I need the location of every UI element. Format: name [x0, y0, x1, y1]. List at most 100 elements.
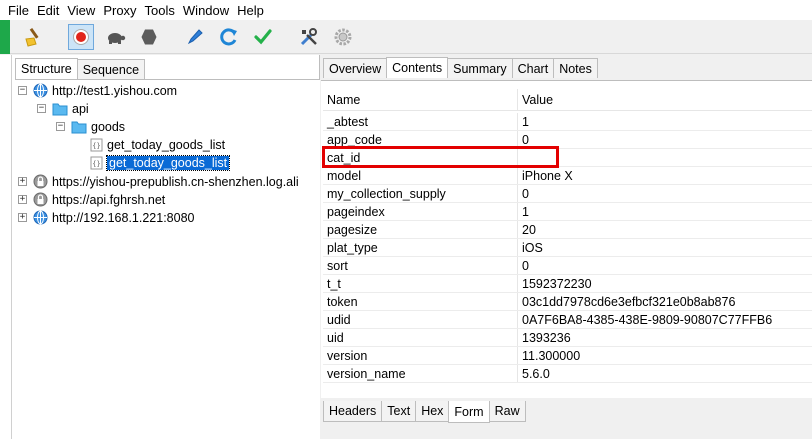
tab-summary[interactable]: Summary: [447, 58, 513, 78]
tree-item-label: get_today_goods_list: [105, 154, 231, 171]
column-header-name[interactable]: Name: [323, 89, 518, 110]
tab-notes[interactable]: Notes: [553, 58, 598, 78]
validate-button[interactable]: [250, 24, 276, 50]
table-row[interactable]: plat_type iOS: [323, 239, 812, 257]
table-row[interactable]: token 03c1dd7978cd6e3efbcf321e0b8ab876: [323, 293, 812, 311]
tab-form[interactable]: Form: [448, 401, 490, 423]
broom-icon: [25, 27, 39, 47]
tree-host[interactable]: http://192.168.1.221:8080: [33, 209, 195, 226]
record-button[interactable]: [68, 24, 94, 50]
record-icon: [73, 29, 89, 45]
param-name: token: [323, 293, 518, 310]
table-row[interactable]: t_t 1592372230: [323, 275, 812, 293]
menu-proxy[interactable]: Proxy: [99, 3, 140, 18]
tab-contents[interactable]: Contents: [386, 57, 449, 78]
table-row[interactable]: version_name 5.6.0: [323, 365, 812, 383]
param-name: udid: [323, 311, 518, 328]
tree-host-label: https://api.fghrsh.net: [52, 192, 166, 207]
tools-button[interactable]: [296, 24, 322, 50]
param-value: 11.300000: [522, 348, 581, 363]
param-value: iOS: [522, 240, 543, 255]
param-value: 1: [522, 204, 529, 219]
param-value: 1: [522, 114, 529, 129]
gear-icon: [334, 28, 352, 46]
param-value: 03c1dd7978cd6e3efbcf321e0b8ab876: [522, 294, 736, 309]
tree-item-label: get_today_goods_list: [107, 137, 226, 152]
breakpoints-button[interactable]: [136, 24, 162, 50]
expand-toggle[interactable]: +: [18, 177, 27, 186]
tree-host[interactable]: http://test1.yishou.com: [33, 82, 177, 99]
param-value: 0: [522, 258, 529, 273]
settings-button[interactable]: [330, 24, 356, 50]
table-header: Name Value: [323, 89, 812, 111]
table-row[interactable]: model iPhone X: [323, 167, 812, 185]
menu-help[interactable]: Help: [233, 3, 268, 18]
column-header-value[interactable]: Value: [518, 89, 553, 110]
param-name: pageindex: [323, 203, 518, 220]
menu-window[interactable]: Window: [179, 3, 233, 18]
menu-file[interactable]: File: [4, 3, 33, 18]
lock-globe-icon: [33, 192, 48, 207]
menu-edit[interactable]: Edit: [33, 3, 63, 18]
highlight-box: [322, 146, 559, 168]
repeat-button[interactable]: [216, 24, 242, 50]
json-file-icon: {}: [90, 156, 103, 169]
tab-overview[interactable]: Overview: [323, 58, 388, 78]
table-row[interactable]: my_collection_supply 0: [323, 185, 812, 203]
menu-tools[interactable]: Tools: [141, 3, 179, 18]
param-value: 1393236: [522, 330, 571, 345]
tree-request-item[interactable]: {} get_today_goods_list: [90, 136, 225, 153]
param-name: pagesize: [323, 221, 518, 238]
refresh-icon: [220, 28, 237, 46]
tree-host-label: https://yishou-prepublish.cn-shenzhen.lo…: [52, 174, 299, 189]
globe-icon: [33, 83, 48, 98]
left-edge-panel: [0, 55, 12, 439]
hexagon-stop-icon: [141, 29, 157, 45]
json-file-icon: {}: [90, 138, 103, 151]
table-row[interactable]: pageindex 1: [323, 203, 812, 221]
menu-view[interactable]: View: [63, 3, 99, 18]
clear-button[interactable]: [20, 24, 46, 50]
tab-sequence[interactable]: Sequence: [76, 59, 146, 79]
compose-button[interactable]: [182, 24, 208, 50]
collapse-toggle[interactable]: −: [37, 104, 46, 113]
tab-headers[interactable]: Headers: [323, 401, 383, 422]
param-name: plat_type: [323, 239, 518, 256]
tree-host[interactable]: https://api.fghrsh.net: [33, 191, 165, 208]
bottom-tabs: Headers Text Hex Form Raw: [323, 401, 526, 423]
tab-structure[interactable]: Structure: [15, 58, 78, 79]
tree-host[interactable]: https://yishou-prepublish.cn-shenzhen.lo…: [33, 173, 299, 190]
throttle-button[interactable]: [102, 24, 128, 50]
param-name: model: [323, 167, 518, 184]
collapse-toggle[interactable]: −: [18, 86, 27, 95]
expand-toggle[interactable]: +: [18, 195, 27, 204]
param-value: 0: [522, 186, 529, 201]
menu-bar: File Edit View Proxy Tools Window Help: [0, 0, 812, 20]
table-row[interactable]: sort 0: [323, 257, 812, 275]
tree-host-label: http://192.168.1.221:8080: [52, 210, 195, 225]
tree-folder-goods[interactable]: goods: [71, 118, 125, 135]
right-tabs: Overview Contents Summary Chart Notes: [323, 57, 598, 79]
tree-folder-api[interactable]: api: [52, 100, 89, 117]
table-row[interactable]: udid 0A7F6BA8-4385-438E-9809-90807C77FFB6: [323, 311, 812, 329]
collapse-toggle[interactable]: −: [56, 122, 65, 131]
tab-chart[interactable]: Chart: [511, 58, 555, 78]
tab-raw[interactable]: Raw: [488, 401, 526, 422]
table-row[interactable]: uid 1393236: [323, 329, 812, 347]
tree-request-item-selected[interactable]: {} get_today_goods_list: [90, 154, 231, 171]
param-name: uid: [323, 329, 518, 346]
param-name: sort: [323, 257, 518, 274]
tab-hex[interactable]: Hex: [415, 401, 450, 422]
param-name: version_name: [323, 365, 518, 382]
checkmark-icon: [254, 29, 272, 45]
table-row[interactable]: version 11.300000: [323, 347, 812, 365]
tree-folder-label: api: [72, 101, 89, 116]
expand-toggle[interactable]: +: [18, 213, 27, 222]
folder-icon: [71, 121, 87, 133]
table-row[interactable]: _abtest 1: [323, 113, 812, 131]
svg-text:{}: {}: [92, 142, 100, 150]
turtle-icon: [108, 33, 126, 44]
tab-text[interactable]: Text: [381, 401, 417, 422]
table-row[interactable]: pagesize 20: [323, 221, 812, 239]
param-value: 1592372230: [522, 276, 592, 291]
